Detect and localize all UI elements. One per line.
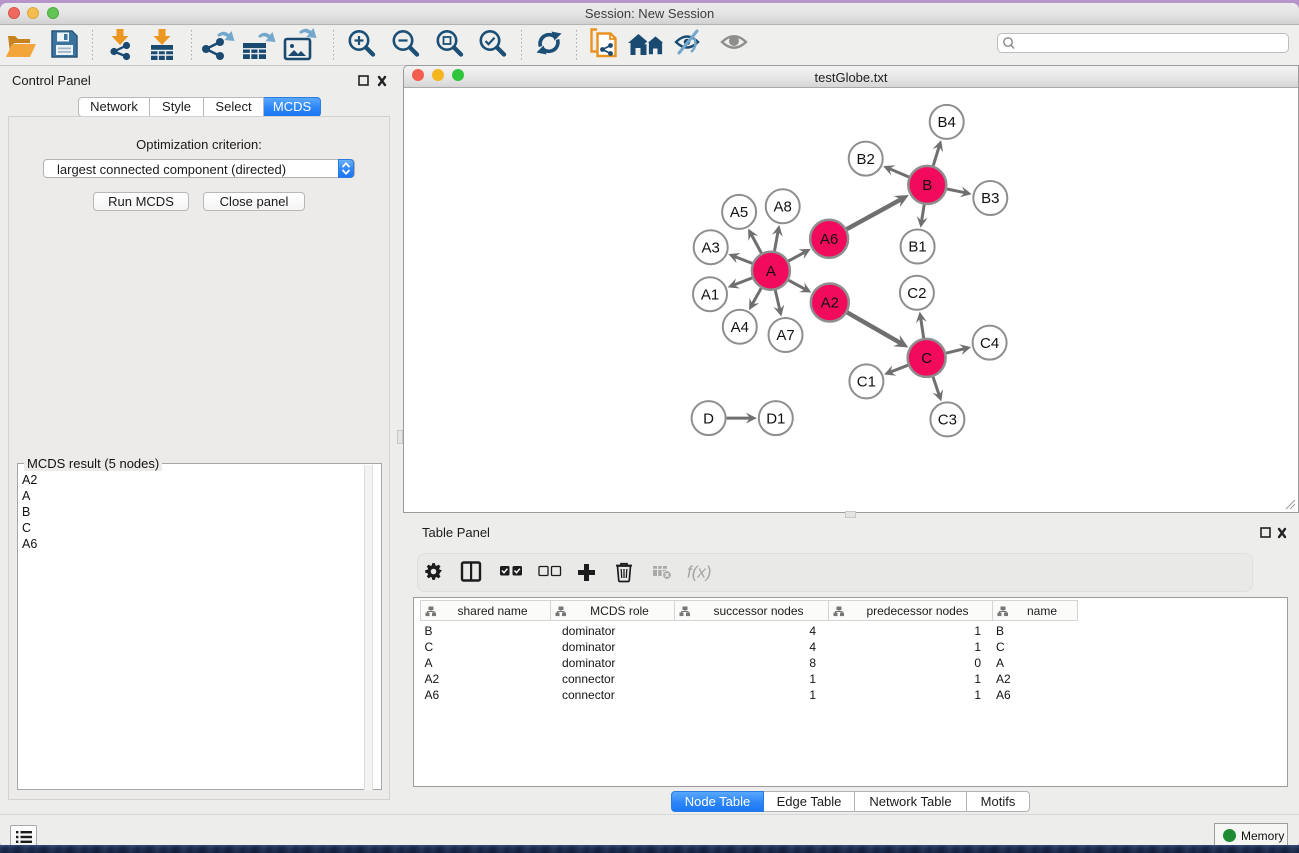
svg-text:C4: C4 <box>980 335 999 352</box>
svg-text:A8: A8 <box>774 199 792 216</box>
svg-text:D: D <box>703 410 714 427</box>
svg-text:B3: B3 <box>981 190 999 207</box>
svg-text:A6: A6 <box>820 231 838 248</box>
svg-text:B4: B4 <box>938 114 956 131</box>
svg-text:A4: A4 <box>731 319 749 336</box>
svg-text:C: C <box>921 350 932 367</box>
svg-text:A2: A2 <box>821 295 839 312</box>
svg-text:B2: B2 <box>857 151 875 168</box>
svg-text:C2: C2 <box>907 285 926 302</box>
svg-text:C1: C1 <box>857 374 876 391</box>
svg-text:D1: D1 <box>766 410 785 427</box>
svg-text:A3: A3 <box>702 239 720 256</box>
svg-text:A1: A1 <box>701 286 719 303</box>
svg-text:B1: B1 <box>908 239 926 256</box>
svg-text:B: B <box>922 177 932 194</box>
svg-text:A7: A7 <box>776 327 794 344</box>
svg-text:A: A <box>766 263 776 280</box>
svg-text:C3: C3 <box>938 412 957 429</box>
svg-text:f(x): f(x) <box>687 563 712 582</box>
svg-text:A5: A5 <box>730 204 748 221</box>
